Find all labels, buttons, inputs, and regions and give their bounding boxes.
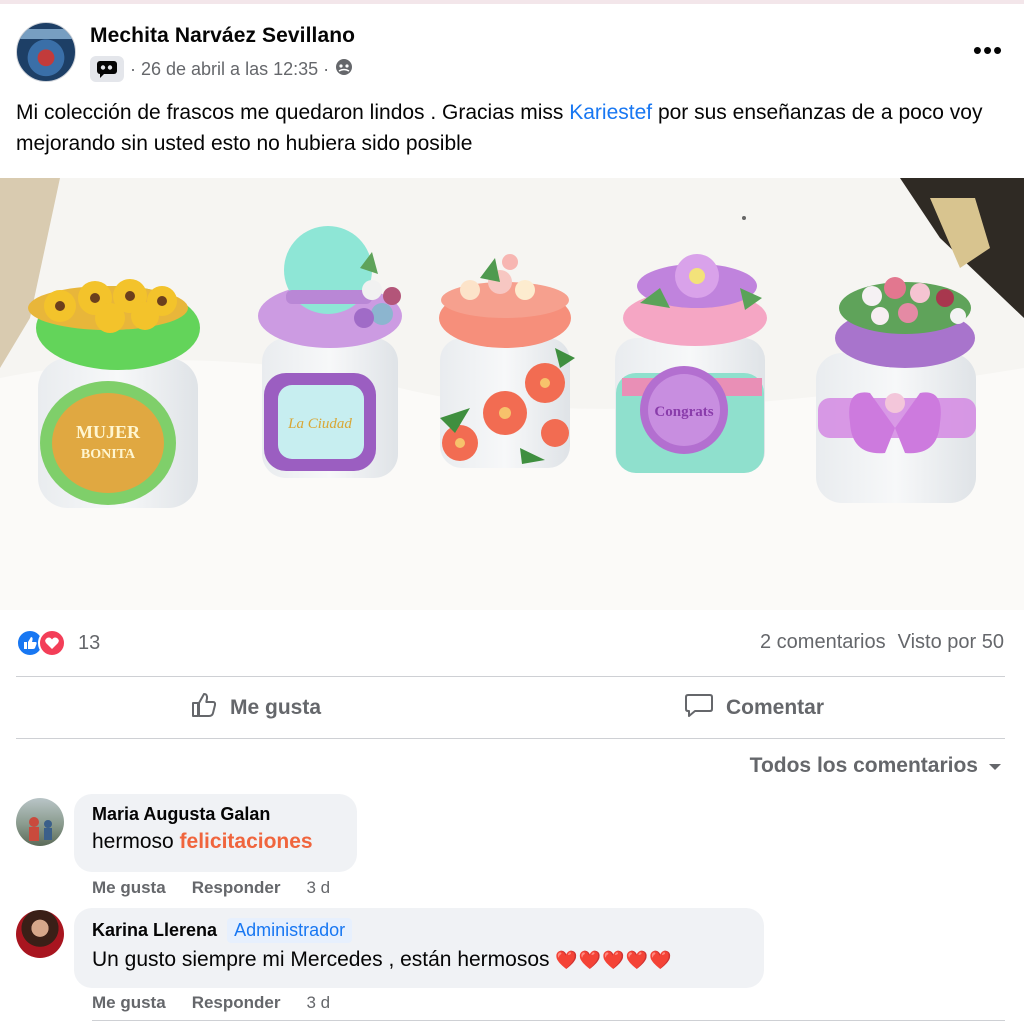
divider-top (16, 676, 1005, 677)
comment-time[interactable]: 3 d (306, 993, 330, 1013)
hearts-emoji: ❤️❤️❤️❤️❤️ (555, 950, 673, 970)
comment-time[interactable]: 3 d (306, 878, 330, 898)
top-edge (0, 0, 1024, 4)
reactions-summary[interactable]: 13 (16, 627, 100, 659)
comment-text-main: Un gusto siempre mi Mercedes , están her… (92, 948, 556, 971)
comment-like-link[interactable]: Me gusta (92, 878, 166, 898)
comment-text: hermoso felicitaciones (92, 830, 339, 854)
post-timestamp[interactable]: · 26 de abril a las 12:35 · (130, 59, 329, 80)
commenter-avatar[interactable] (16, 798, 64, 846)
comment-filter-label: Todos los comentarios (749, 754, 978, 777)
reaction-count: 13 (78, 631, 101, 654)
comment-text-main: hermoso (92, 830, 180, 853)
post-header: Mechita Narváez Sevillano · 26 de abril … (16, 20, 1008, 84)
comment-button[interactable]: Comentar (684, 688, 824, 728)
caption-text-1: Mi colección de frascos me quedaron lind… (16, 101, 570, 124)
commenter-avatar[interactable] (16, 910, 64, 958)
love-reaction-icon (38, 629, 66, 657)
divider-bottom (16, 738, 1005, 739)
comment-bubble: Maria Augusta Galan hermoso felicitacion… (74, 794, 357, 872)
group-privacy-icon (335, 58, 353, 81)
comment-like-link[interactable]: Me gusta (92, 993, 166, 1013)
like-label: Me gusta (230, 696, 322, 719)
jar-label-1: MUJER (76, 422, 141, 442)
like-button[interactable]: Me gusta (190, 688, 321, 728)
jar-label-3: Congrats (654, 404, 713, 420)
group-icon[interactable] (90, 56, 124, 82)
caret-down-icon (988, 754, 1002, 778)
comment-actions: Me gusta Responder 3 d (92, 993, 330, 1013)
divider-end (92, 1020, 1005, 1021)
jar-sunflower: MUJER BONITA (28, 279, 200, 508)
comment-text: Un gusto siempre mi Mercedes , están her… (92, 948, 746, 972)
comment-reply-link[interactable]: Responder (192, 878, 281, 898)
admin-badge: Administrador (227, 918, 353, 943)
jar-label-2: BONITA (81, 447, 136, 462)
comment-reply-link[interactable]: Responder (192, 993, 281, 1013)
comment-bubble-icon (684, 691, 714, 725)
commenter-name-text[interactable]: Maria Augusta Galan (92, 804, 270, 825)
comment-actions: Me gusta Responder 3 d (92, 878, 330, 898)
post-caption: Mi colección de frascos me quedaron lind… (16, 97, 1012, 159)
commenter-name-text[interactable]: Karina Llerena (92, 920, 217, 941)
post-photo[interactable]: MUJER BONITA La Ciudad Congrats (0, 178, 1024, 610)
views-count[interactable]: Visto por 50 (898, 631, 1004, 654)
svg-text:La Ciudad: La Ciudad (287, 416, 352, 432)
thumbs-up-icon (190, 691, 218, 725)
comments-count[interactable]: 2 comentarios (760, 631, 886, 654)
comment-label: Comentar (726, 696, 825, 719)
comment-bubble: Karina Llerena Administrador Un gusto si… (74, 908, 764, 988)
author-avatar[interactable] (16, 22, 76, 82)
more-options-icon[interactable]: ••• (968, 30, 1008, 70)
mention-link[interactable]: Kariestef (569, 101, 652, 124)
comment-filter-dropdown[interactable]: Todos los comentarios (750, 754, 1002, 778)
post-stats: 2 comentarios Visto por 50 (760, 631, 1004, 654)
commenter-name[interactable]: Maria Augusta Galan (92, 804, 339, 825)
comment-emphasis-text: felicitaciones (179, 830, 313, 853)
post-meta: · 26 de abril a las 12:35 · (90, 56, 353, 82)
commenter-name: Karina Llerena Administrador (92, 918, 746, 943)
author-name[interactable]: Mechita Narváez Sevillano (90, 24, 355, 48)
